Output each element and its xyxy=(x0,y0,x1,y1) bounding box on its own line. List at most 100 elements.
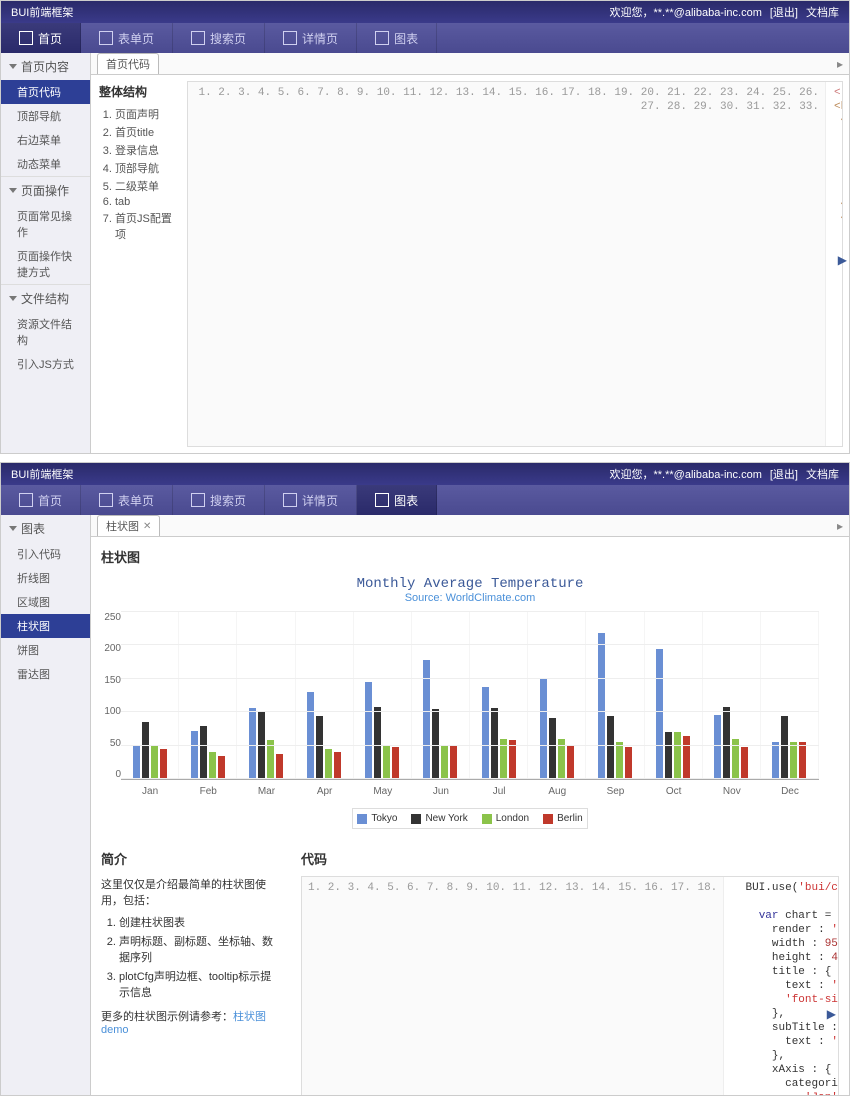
chart-subtitle[interactable]: Source: WorldClimate.com xyxy=(101,592,839,604)
outline-item[interactable]: 二级菜单 xyxy=(115,178,173,194)
bar[interactable] xyxy=(714,715,721,779)
bar[interactable] xyxy=(441,746,448,779)
bar[interactable] xyxy=(200,726,207,779)
nav-item[interactable]: 详情页 xyxy=(265,23,357,53)
sidebar-item[interactable]: 雷达图 xyxy=(1,662,90,686)
sidebar-item[interactable]: 右边菜单 xyxy=(1,128,90,152)
bar[interactable] xyxy=(276,754,283,779)
sidebar-item[interactable]: 区域图 xyxy=(1,590,90,614)
bar[interactable] xyxy=(656,649,663,779)
bar[interactable] xyxy=(365,682,372,779)
sidebar-item[interactable]: 折线图 xyxy=(1,566,90,590)
bar[interactable] xyxy=(191,731,198,779)
bar[interactable] xyxy=(567,746,574,779)
close-icon[interactable]: ✕ xyxy=(143,521,151,532)
chart-legend: Tokyo New York London Berlin xyxy=(352,808,587,829)
nav-item[interactable]: 表单页 xyxy=(81,23,173,53)
outline-item[interactable]: 页面声明 xyxy=(115,106,173,122)
bar[interactable] xyxy=(334,752,341,779)
nav-item[interactable]: 搜索页 xyxy=(173,23,265,53)
scroll-right-icon[interactable]: ▶ xyxy=(827,1007,836,1022)
logout-link[interactable]: [退出] xyxy=(770,4,798,20)
bar[interactable] xyxy=(482,687,489,779)
bar[interactable] xyxy=(781,716,788,779)
tab-scroll-right-icon[interactable]: ▸ xyxy=(837,519,843,533)
bar[interactable] xyxy=(209,752,216,779)
bar[interactable] xyxy=(383,746,390,779)
legend-item[interactable]: Tokyo xyxy=(357,813,397,824)
sidebar-item[interactable]: 首页代码 xyxy=(1,80,90,104)
bar[interactable] xyxy=(218,756,225,779)
bar[interactable] xyxy=(249,708,256,779)
chevron-down-icon xyxy=(9,188,17,193)
bar[interactable] xyxy=(549,718,556,779)
bar[interactable] xyxy=(683,736,690,779)
code-body[interactable]: BUI.use('bui/chart',function (Chart) { v… xyxy=(724,877,838,1095)
bar[interactable] xyxy=(665,732,672,779)
sidebar-item[interactable]: 引入代码 xyxy=(1,542,90,566)
nav-item[interactable]: 表单页 xyxy=(81,485,173,515)
bar[interactable] xyxy=(151,746,158,779)
outline-item[interactable]: 首页title xyxy=(115,124,173,140)
bar[interactable] xyxy=(133,746,140,779)
bar[interactable] xyxy=(491,708,498,779)
docs-link[interactable]: 文档库 xyxy=(806,466,839,482)
legend-item[interactable]: London xyxy=(482,813,529,824)
x-tick: May xyxy=(354,782,412,802)
sidebar-item[interactable]: 顶部导航 xyxy=(1,104,90,128)
outline-item[interactable]: 登录信息 xyxy=(115,142,173,158)
sidebar-item[interactable]: 引入JS方式 xyxy=(1,352,90,376)
bar[interactable] xyxy=(741,747,748,779)
outline-item[interactable]: 首页JS配置项 xyxy=(115,210,173,242)
bar[interactable] xyxy=(540,679,547,779)
bar[interactable] xyxy=(392,747,399,779)
bar[interactable] xyxy=(160,749,167,779)
tab-bar-chart[interactable]: 柱状图 ✕ xyxy=(97,515,160,536)
nav-item[interactable]: 首页 xyxy=(1,485,81,515)
bar[interactable] xyxy=(450,746,457,779)
bar[interactable] xyxy=(625,747,632,779)
nav-item[interactable]: 详情页 xyxy=(265,485,357,515)
docs-link[interactable]: 文档库 xyxy=(806,4,839,20)
sidebar-item[interactable]: 资源文件结构 xyxy=(1,312,90,352)
bar[interactable] xyxy=(325,749,332,779)
sidebar-item[interactable]: 动态菜单 xyxy=(1,152,90,176)
legend-item[interactable]: Berlin xyxy=(543,813,583,824)
bar[interactable] xyxy=(772,742,779,779)
tab-scroll-right-icon[interactable]: ▸ xyxy=(837,57,843,71)
nav-item[interactable]: 图表 xyxy=(357,485,437,515)
bar[interactable] xyxy=(509,740,516,779)
outline-item[interactable]: tab xyxy=(115,196,173,208)
bar[interactable] xyxy=(723,707,730,779)
sidebar-item[interactable]: 页面常见操作 xyxy=(1,204,90,244)
nav-icon xyxy=(19,493,33,507)
nav-item[interactable]: 图表 xyxy=(357,23,437,53)
logout-link[interactable]: [退出] xyxy=(770,466,798,482)
bar[interactable] xyxy=(674,732,681,779)
bar[interactable] xyxy=(374,707,381,779)
scroll-right-icon[interactable]: ▶ xyxy=(838,253,847,267)
sidebar-group[interactable]: 首页内容 xyxy=(1,53,90,80)
sidebar-item[interactable]: 页面操作快捷方式 xyxy=(1,244,90,284)
tab-homepage-code[interactable]: 首页代码 xyxy=(97,53,159,74)
bar[interactable] xyxy=(607,716,614,779)
nav-item[interactable]: 首页 xyxy=(1,23,81,53)
bar[interactable] xyxy=(598,633,605,779)
bar[interactable] xyxy=(790,742,797,779)
sidebar: 首页内容首页代码顶部导航右边菜单动态菜单页面操作页面常见操作页面操作快捷方式文件… xyxy=(1,53,91,453)
nav-item[interactable]: 搜索页 xyxy=(173,485,265,515)
sidebar-item[interactable]: 饼图 xyxy=(1,638,90,662)
bar[interactable] xyxy=(799,742,806,779)
legend-item[interactable]: New York xyxy=(411,813,467,824)
window-bottom: BUI前端框架 欢迎您，**.**@alibaba-inc.com [退出] 文… xyxy=(0,462,850,1096)
sidebar-group[interactable]: 页面操作 xyxy=(1,176,90,204)
bar[interactable] xyxy=(307,692,314,779)
bar[interactable] xyxy=(616,742,623,779)
bar[interactable] xyxy=(267,740,274,779)
bar[interactable] xyxy=(142,722,149,779)
sidebar-item[interactable]: 柱状图 xyxy=(1,614,90,638)
sidebar-group[interactable]: 图表 xyxy=(1,515,90,542)
bar[interactable] xyxy=(316,716,323,779)
outline-item[interactable]: 顶部导航 xyxy=(115,160,173,176)
sidebar-group[interactable]: 文件结构 xyxy=(1,284,90,312)
